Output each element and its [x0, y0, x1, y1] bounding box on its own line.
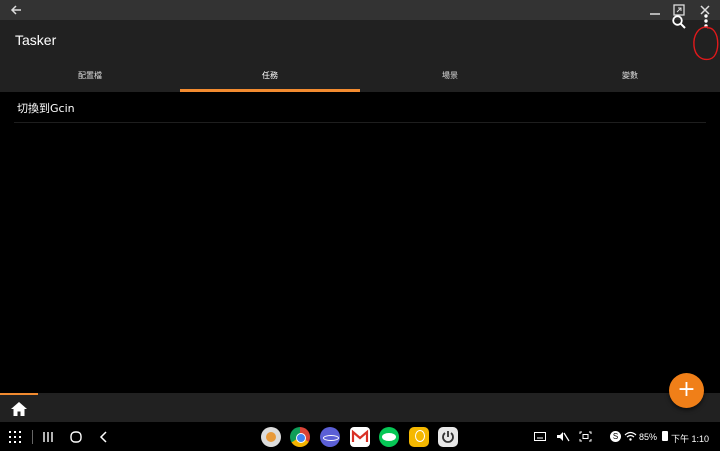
plus-icon: + — [677, 377, 696, 402]
project-bar — [0, 393, 720, 422]
home-nav-icon[interactable] — [70, 431, 82, 443]
tab-tasks[interactable]: 任務 — [180, 62, 360, 92]
line-app-icon[interactable] — [379, 427, 399, 447]
app-toolbar: Tasker — [0, 20, 720, 62]
keyboard-icon — [534, 432, 546, 441]
minimize-icon[interactable] — [646, 1, 664, 19]
settings-app-icon[interactable] — [261, 427, 281, 447]
red-circle-annotation — [693, 26, 719, 61]
gmail-app-icon[interactable] — [350, 427, 370, 447]
app-drawer-icon[interactable] — [9, 431, 21, 443]
add-task-button[interactable]: + — [669, 373, 704, 408]
tab-profiles[interactable]: 配置檔 — [0, 62, 180, 92]
app-title: Tasker — [15, 32, 57, 48]
battery-icon — [662, 431, 668, 441]
samsung-internet-app-icon[interactable] — [320, 427, 340, 447]
battery-percent: 85% — [639, 432, 658, 442]
divider — [32, 430, 33, 444]
list-item[interactable]: 切換到Gcin — [0, 92, 720, 122]
screenshot-icon — [579, 431, 592, 442]
project-indicator — [0, 393, 38, 395]
back-arrow-icon[interactable] — [8, 1, 24, 19]
window-titlebar — [0, 0, 720, 20]
back-nav-icon[interactable] — [99, 431, 109, 443]
tab-bar: 配置檔 任務 場景 變數 — [0, 62, 720, 92]
power-app-icon[interactable] — [438, 427, 458, 447]
wifi-icon — [624, 431, 637, 441]
bulb-app-icon[interactable] — [409, 427, 429, 447]
chrome-app-icon[interactable] — [290, 427, 310, 447]
notification-badge: S — [610, 431, 621, 442]
task-name: 切換到Gcin — [17, 102, 75, 115]
tab-scenes[interactable]: 場景 — [360, 62, 540, 92]
clock: 下午 1:10 — [671, 434, 710, 444]
search-icon[interactable] — [671, 14, 687, 30]
mute-icon — [557, 432, 570, 442]
home-icon[interactable] — [10, 401, 28, 417]
divider — [14, 122, 706, 123]
recent-apps-icon[interactable] — [42, 431, 54, 443]
tab-variables[interactable]: 變數 — [540, 62, 720, 92]
